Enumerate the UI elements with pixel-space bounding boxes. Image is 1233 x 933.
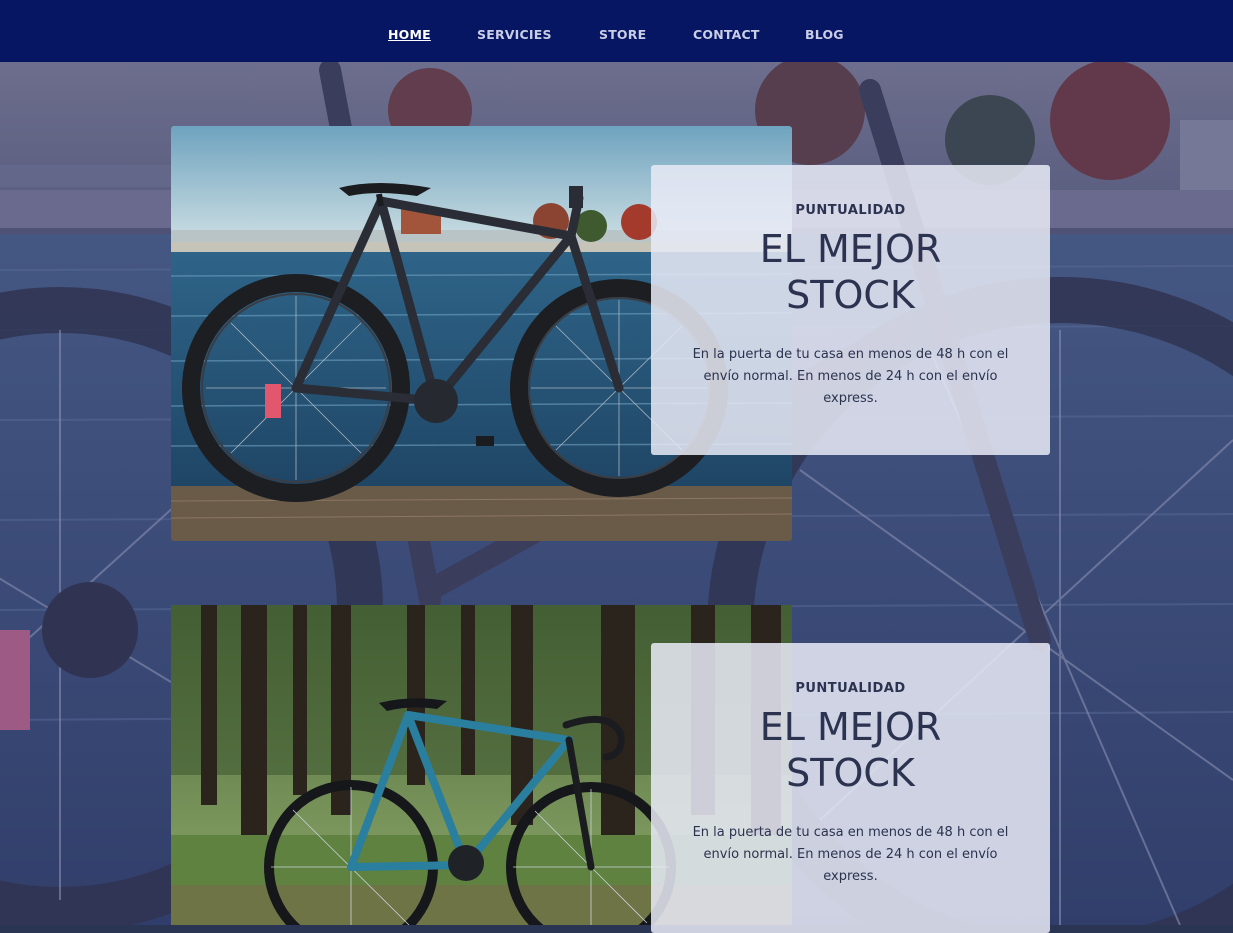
feature-title-line-1: EL MEJOR bbox=[759, 227, 942, 271]
nav-item-store: STORE bbox=[599, 24, 646, 43]
nav-item-blog: BLOG bbox=[805, 24, 844, 43]
feature-card-2: PUNTUALIDAD EL MEJOR STOCK En la puerta … bbox=[651, 643, 1050, 933]
feature-title-line-1: EL MEJOR bbox=[759, 705, 942, 749]
nav-link-blog[interactable]: BLOG bbox=[805, 27, 844, 42]
feature-description: En la puerta de tu casa en menos de 48 h… bbox=[692, 347, 1009, 406]
nav-link-servicies[interactable]: SERVICIES bbox=[477, 27, 552, 42]
feature-description: En la puerta de tu casa en menos de 48 h… bbox=[692, 825, 1009, 884]
nav-menu: HOME SERVICIES STORE CONTACT BLOG bbox=[0, 0, 1233, 62]
feature-card-1: PUNTUALIDAD EL MEJOR STOCK En la puerta … bbox=[651, 165, 1050, 455]
nav-item-home: HOME bbox=[388, 24, 431, 43]
feature-title-line-2: STOCK bbox=[786, 751, 915, 795]
feature-title: EL MEJOR STOCK bbox=[651, 704, 1050, 796]
nav-link-contact[interactable]: CONTACT bbox=[693, 27, 760, 42]
nav-item-contact: CONTACT bbox=[693, 24, 760, 43]
feature-kicker: PUNTUALIDAD bbox=[795, 681, 906, 696]
feature-title: EL MEJOR STOCK bbox=[651, 226, 1050, 318]
nav-link-home[interactable]: HOME bbox=[388, 27, 431, 42]
nav-link-store[interactable]: STORE bbox=[599, 27, 646, 42]
top-navigation-bar: HOME SERVICIES STORE CONTACT BLOG bbox=[0, 0, 1233, 62]
nav-item-servicies: SERVICIES bbox=[477, 24, 552, 43]
feature-kicker: PUNTUALIDAD bbox=[795, 203, 906, 218]
feature-title-line-2: STOCK bbox=[786, 273, 915, 317]
